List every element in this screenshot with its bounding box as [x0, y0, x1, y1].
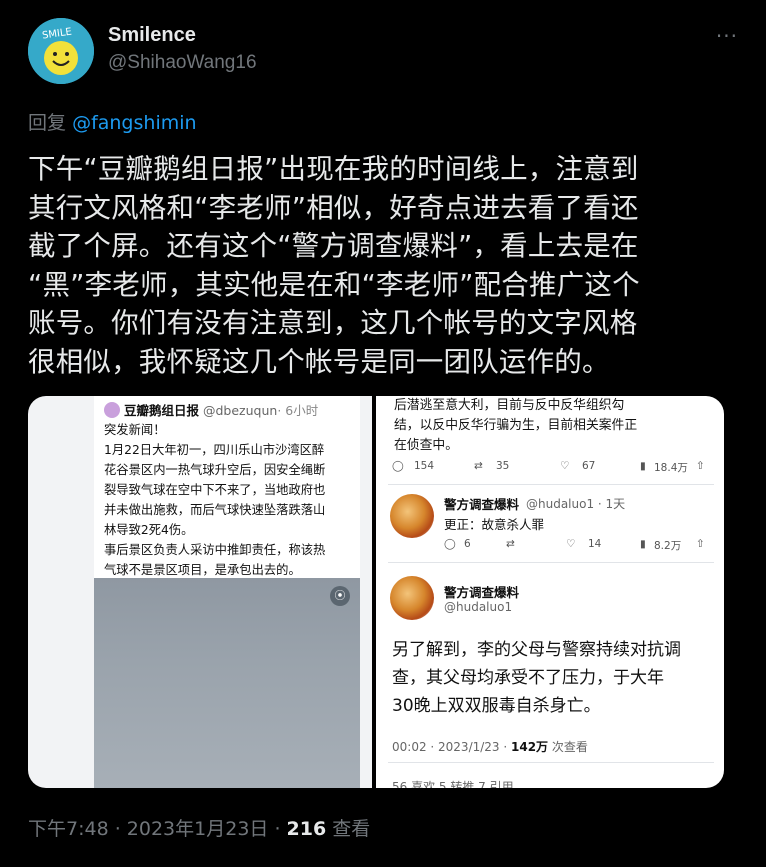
comment-count: 154: [414, 460, 435, 472]
comment-count: 6: [464, 538, 471, 550]
tweet-header: SMILE Smilence @ShihaoWang16 ···: [28, 18, 738, 88]
sky-photo: ⦿: [94, 578, 360, 788]
account-avatar: [390, 494, 434, 538]
media-image-left[interactable]: 豆瓣鹅组日报 @dbezuqun· 6小时 突发新闻！ 1月22日大年初一，四川…: [28, 396, 372, 788]
smiley-avatar-icon: SMILE: [28, 18, 94, 84]
like-icon: ♡: [560, 460, 570, 472]
retweet-icon: ⇄: [506, 538, 515, 550]
reply-account-handle: @hudaluo1 · 1天: [526, 497, 626, 511]
meta-views: 142万: [511, 740, 549, 754]
tweet-media[interactable]: 豆瓣鹅组日报 @dbezuqun· 6小时 突发新闻！ 1月22日大年初一，四川…: [28, 396, 724, 788]
main-tweet-meta: 00:02 · 2023/1/23 · 142万 次查看: [392, 738, 588, 755]
like-count: 67: [582, 460, 596, 472]
screenshot-line: 并未做出施救，而后气球快速坠落跌落山: [104, 503, 326, 517]
tweet-timestamp: 下午7:48 · 2023年1月23日 · 216 查看: [28, 814, 370, 841]
divider: [388, 762, 714, 763]
timestamp-text[interactable]: 下午7:48 · 2023年1月23日 ·: [28, 818, 287, 840]
views-icon: ▮: [640, 538, 646, 550]
media-image-right[interactable]: 后潜逃至意大利，目前与反中反华组织勾 结，以反中反华行骗为生，目前相关案件正 在…: [376, 396, 724, 788]
screenshot-line: 结，以反中反华行骗为生，目前相关案件正: [394, 418, 638, 433]
like-count: 14: [588, 538, 602, 550]
share-icon: ⇧: [696, 538, 705, 550]
views-count: 18.4万: [654, 462, 688, 474]
reply-prefix: 回复: [28, 112, 67, 134]
author-name[interactable]: Smilence: [108, 24, 196, 47]
screenshot-account: 豆瓣鹅组日报: [124, 403, 200, 418]
avatar[interactable]: SMILE: [28, 18, 94, 84]
screenshot-line: 裂导致气球在空中下不来了，当地政府也: [104, 483, 326, 497]
screenshot-line: 气球不是景区项目，是承包出去的。: [104, 563, 301, 577]
views-label: 查看: [326, 818, 371, 840]
reply-account-name: 警方调查爆料: [444, 497, 520, 512]
tweet-line: “黑”李老师，其实他是在和“李老师”配合推广这个: [28, 268, 640, 301]
tweet-text: 下午“豆瓣鹅组日报”出现在我的时间线上，注意到 其行文风格和“李老师”相似，好奇…: [28, 150, 728, 381]
tweet-line: 截了个屏。还有这个“警方调查爆料”，看上去是在: [28, 230, 639, 262]
engagement-stats: 56 喜欢 5 转推 7 引用: [392, 780, 514, 788]
divider: [388, 484, 714, 485]
screenshot-line: 另了解到，李的父母与警察持续对抗调: [392, 640, 681, 660]
tweet-line: 账号。你们有没有注意到，这几个帐号的文字风格: [28, 307, 638, 339]
retweet-icon: ⇄: [474, 460, 483, 472]
comment-icon: ◯: [392, 460, 404, 472]
reply-text: 更正：故意杀人罪: [444, 517, 545, 532]
tweet-line: 其行文风格和“李老师”相似，好奇点进去看了看还: [28, 191, 639, 224]
reply-mention-link[interactable]: @fangshimin: [72, 112, 196, 134]
comment-icon: ◯: [444, 538, 456, 550]
like-icon: ♡: [566, 538, 576, 550]
screenshot-card: 豆瓣鹅组日报 @dbezuqun· 6小时 突发新闻！ 1月22日大年初一，四川…: [94, 396, 360, 788]
screenshot-actions: ◯ 6 ⇄ ♡ 14 ▮ 8.2万 ⇧: [392, 538, 712, 556]
screenshot-line: 突发新闻！: [104, 423, 166, 437]
screenshot-actions: ◯ 154 ⇄ 35 ♡ 67 ▮ 18.4万 ⇧: [392, 460, 712, 478]
account-avatar: [390, 576, 434, 620]
screenshot-time: · 6小时: [277, 403, 319, 418]
views-count: 8.2万: [654, 540, 682, 552]
more-options-icon[interactable]: ···: [716, 24, 738, 48]
screenshot-card-header: 豆瓣鹅组日报 @dbezuqun· 6小时: [104, 400, 318, 419]
mini-avatar: [104, 402, 120, 418]
divider: [388, 562, 714, 563]
meta-views-label: 次查看: [548, 740, 588, 754]
views-count: 216: [286, 818, 327, 840]
retweet-count: 35: [496, 460, 510, 472]
screenshot-line: 查，其父母均承受不了压力，于大年: [392, 668, 664, 688]
tweet-line: 很相似，我怀疑这几个帐号是同一团队运作的。: [28, 345, 610, 378]
reply-context: 回复 @fangshimin: [28, 108, 197, 135]
screenshot-line: 林导致2死4伤。: [104, 523, 194, 537]
screenshot-line: 1月22日大年初一，四川乐山市沙湾区醉: [104, 443, 325, 457]
views-icon: ▮: [640, 460, 646, 472]
main-tweet-text: 另了解到，李的父母与警察持续对抗调 查，其父母均承受不了压力，于大年 30晚上双…: [392, 636, 716, 720]
screenshot-line: 在侦查中。: [394, 438, 458, 453]
screenshot-handle: @dbezuqun: [203, 403, 278, 418]
screenshot-body: 突发新闻！ 1月22日大年初一，四川乐山市沙湾区醉 花谷景区内一热气球升空后，因…: [104, 420, 356, 580]
photo-badge-icon: ⦿: [330, 586, 350, 606]
screenshot-line: 30晚上双双服毒自杀身亡。: [392, 696, 601, 716]
share-icon: ⇧: [696, 460, 705, 472]
main-account-name: 警方调查爆料: [444, 585, 520, 600]
screenshot-top-text: 后潜逃至意大利，目前与反中反华组织勾 结，以反中反华行骗为生，目前相关案件正 在…: [394, 396, 714, 456]
meta-time: 00:02 · 2023/1/23 ·: [392, 740, 511, 754]
author-handle[interactable]: @ShihaoWang16: [108, 52, 257, 74]
screenshot-line: 花谷景区内一热气球升空后，因安全绳断: [104, 463, 326, 477]
main-account-handle: @hudaluo1: [444, 600, 513, 614]
tweet-line: 下午“豆瓣鹅组日报”出现在我的时间线上，注意到: [28, 153, 639, 185]
screenshot-line: 事后景区负责人采访中推卸责任，称该热: [104, 543, 326, 557]
screenshot-line: 后潜逃至意大利，目前与反中反华组织勾: [394, 398, 625, 413]
